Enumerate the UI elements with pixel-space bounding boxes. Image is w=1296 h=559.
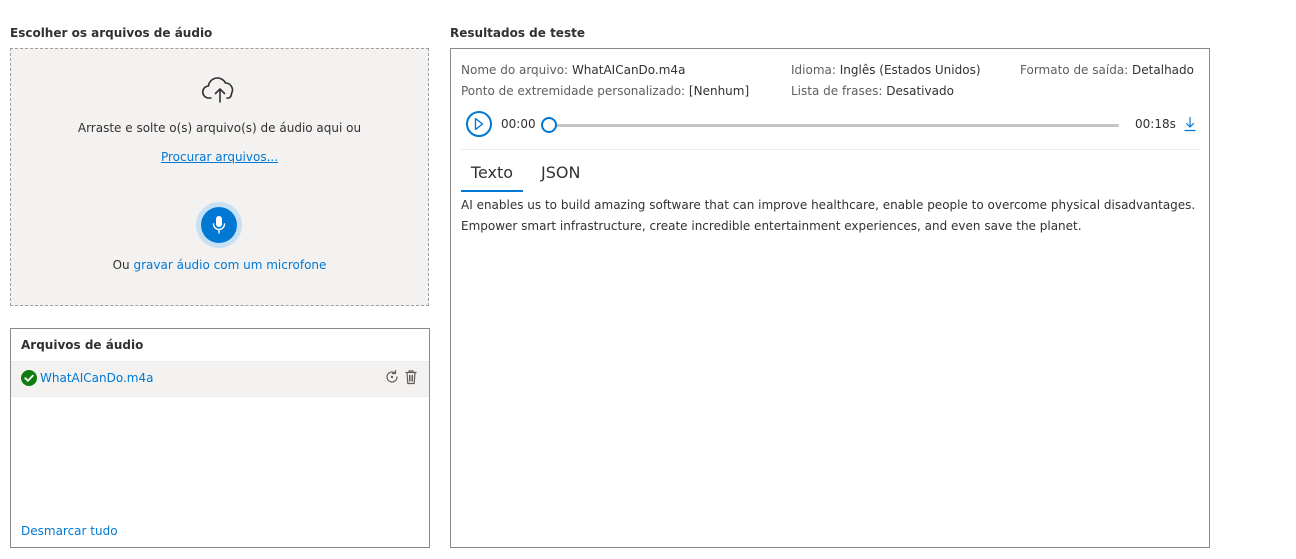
deselect-all-link[interactable]: Desmarcar tudo (21, 524, 118, 538)
record-microphone-button[interactable] (201, 207, 237, 243)
download-icon[interactable] (1183, 116, 1197, 132)
duration: 00:18s (1135, 117, 1176, 131)
play-icon (474, 117, 484, 131)
transcript-text: AI enables us to build amazing software … (461, 198, 1196, 233)
current-time: 00:00 (501, 117, 536, 131)
test-results-panel: Nome do arquivo: WhatAICanDo.m4a Ponto d… (450, 48, 1210, 548)
output-format-value: Detalhado (1132, 63, 1194, 77)
seek-slider-thumb[interactable] (541, 117, 557, 133)
success-check-icon (21, 370, 37, 386)
record-option: Ou gravar áudio com um microfone (11, 258, 428, 272)
tab-json[interactable]: JSON (541, 163, 580, 190)
drop-instructions: Arraste e solte o(s) arquivo(s) de áudio… (77, 121, 362, 135)
tab-text[interactable]: Texto (461, 163, 523, 192)
language-value: Inglês (Estados Unidos) (839, 63, 981, 77)
browse-files-link[interactable]: Procurar arquivos... (161, 150, 278, 164)
record-prefix: Ou (112, 258, 130, 272)
seek-track[interactable] (549, 124, 1119, 127)
output-format-meta: Formato de saída: Detalhado (1020, 63, 1194, 77)
list-item[interactable]: WhatAICanDo.m4a (11, 361, 429, 397)
cloud-upload-icon (201, 77, 234, 103)
phrase-list-meta: Lista de frases: Desativado (791, 84, 954, 98)
phrase-list-value: Desativado (886, 84, 954, 98)
play-button[interactable] (466, 111, 492, 137)
choose-audio-files-title: Escolher os arquivos de áudio (10, 26, 213, 40)
endpoint-meta: Ponto de extremidade personalizado: [Nen… (461, 84, 749, 98)
audio-files-panel: Arquivos de áudio WhatAICanDo.m4a Desmar… (10, 328, 430, 548)
microphone-icon (212, 216, 226, 234)
endpoint-label: Ponto de extremidade personalizado: (461, 84, 686, 98)
phrase-list-label: Lista de frases: (791, 84, 883, 98)
test-results-title: Resultados de teste (450, 26, 585, 40)
language-meta: Idioma: Inglês (Estados Unidos) (791, 63, 981, 77)
file-name-value: WhatAICanDo.m4a (571, 63, 686, 77)
audio-player: 00:00 00:18s (461, 107, 1199, 150)
language-label: Idioma: (791, 63, 836, 77)
record-microphone-link[interactable]: gravar áudio com um microfone (133, 258, 326, 272)
audio-drop-zone[interactable]: Arraste e solte o(s) arquivo(s) de áudio… (10, 48, 429, 306)
file-name-link[interactable]: WhatAICanDo.m4a (40, 371, 153, 385)
file-name-label: Nome do arquivo: (461, 63, 569, 77)
file-name-meta: Nome do arquivo: WhatAICanDo.m4a (461, 63, 685, 77)
microphone-button-halo (196, 202, 242, 248)
audio-files-title: Arquivos de áudio (21, 338, 144, 352)
output-format-label: Formato de saída: (1020, 63, 1129, 77)
endpoint-value: [Nenhum] (688, 84, 750, 98)
retry-icon[interactable] (384, 369, 400, 385)
delete-icon[interactable] (403, 369, 419, 385)
